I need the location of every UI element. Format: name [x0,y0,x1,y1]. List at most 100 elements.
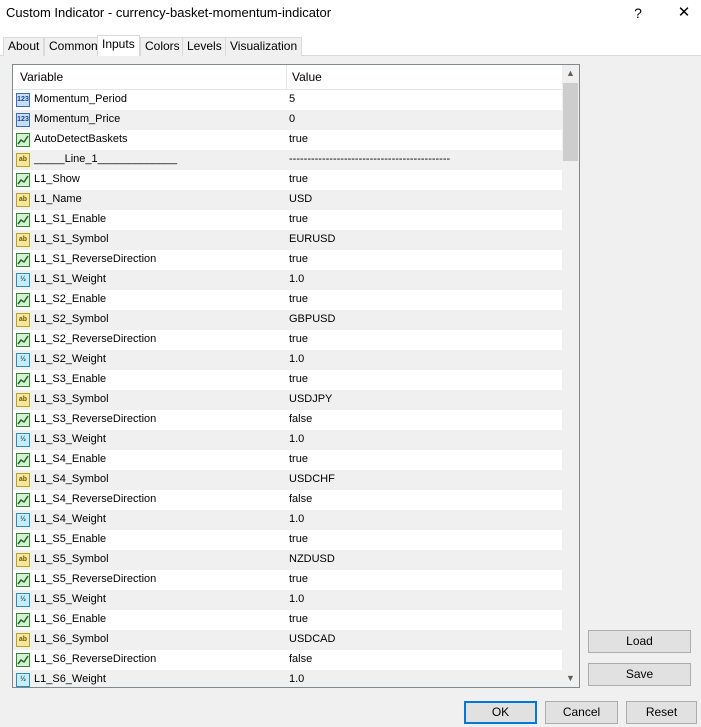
scroll-thumb[interactable] [563,83,578,161]
double-icon: ½ [16,593,30,607]
string-icon: ab [16,633,30,647]
table-row[interactable]: ½ L1_S6_Weight 1.0 [13,670,562,687]
tab-visualization[interactable]: Visualization [225,37,303,56]
table-row[interactable]: L1_S1_ReverseDirection true [13,250,562,270]
reset-button[interactable]: Reset [626,701,697,724]
tab-common[interactable]: Common [44,37,103,56]
variable-name: L1_S1_Enable [34,213,107,225]
variable-value[interactable]: true [289,453,308,465]
variable-value[interactable]: true [289,573,308,585]
variable-value[interactable]: USDCHF [289,473,335,485]
table-row[interactable]: L1_S3_ReverseDirection false [13,410,562,430]
table-row[interactable]: ½ L1_S3_Weight 1.0 [13,430,562,450]
variable-value[interactable]: true [289,613,308,625]
ok-button[interactable]: OK [464,701,537,724]
table-row[interactable]: L1_S6_Enable true [13,610,562,630]
double-icon: ½ [16,513,30,527]
variable-name: L1_S5_ReverseDirection [34,573,157,585]
boolean-icon [16,133,30,147]
variable-value[interactable]: EURUSD [289,233,335,245]
variable-value[interactable]: 5 [289,93,295,105]
scroll-down-icon[interactable]: ▼ [562,670,579,687]
variable-value[interactable]: 1.0 [289,433,304,445]
boolean-icon [16,533,30,547]
integer-icon: 123 [16,93,30,107]
load-button[interactable]: Load [588,630,691,653]
column-divider[interactable] [286,65,287,90]
table-row[interactable]: L1_S4_Enable true [13,450,562,470]
save-button[interactable]: Save [588,663,691,686]
cancel-button[interactable]: Cancel [545,701,618,724]
variable-value[interactable]: 1.0 [289,673,304,685]
table-row[interactable]: ½ L1_S4_Weight 1.0 [13,510,562,530]
table-row[interactable]: ab L1_S2_Symbol GBPUSD [13,310,562,330]
table-row[interactable]: ab L1_S4_Symbol USDCHF [13,470,562,490]
scroll-up-icon[interactable]: ▲ [562,65,579,82]
variable-value[interactable]: true [289,333,308,345]
variable-value[interactable]: NZDUSD [289,553,335,565]
variable-name: L1_S4_Enable [34,453,107,465]
close-icon[interactable]: ✕ [671,3,697,23]
variable-value[interactable]: GBPUSD [289,313,335,325]
variable-value[interactable]: 1.0 [289,513,304,525]
table-row[interactable]: ½ L1_S5_Weight 1.0 [13,590,562,610]
tab-strip: About Common Inputs Colors Levels Visual… [0,35,701,56]
variable-value[interactable]: true [289,133,308,145]
column-header-value[interactable]: Value [292,70,322,84]
table-row[interactable]: L1_S3_Enable true [13,370,562,390]
variable-name: L1_S4_Weight [34,513,106,525]
variable-value[interactable]: true [289,373,308,385]
variable-value[interactable]: 1.0 [289,273,304,285]
table-row[interactable]: L1_S5_ReverseDirection true [13,570,562,590]
table-row[interactable]: ab L1_S5_Symbol NZDUSD [13,550,562,570]
boolean-icon [16,253,30,267]
boolean-icon [16,413,30,427]
table-row[interactable]: L1_S1_Enable true [13,210,562,230]
variable-value[interactable]: USD [289,193,312,205]
table-row[interactable]: ½ L1_S1_Weight 1.0 [13,270,562,290]
variable-value[interactable]: 1.0 [289,353,304,365]
variable-value[interactable]: false [289,493,312,505]
variable-value[interactable]: 1.0 [289,593,304,605]
table-row[interactable]: AutoDetectBaskets true [13,130,562,150]
tab-inputs[interactable]: Inputs [97,35,140,56]
table-row[interactable]: ½ L1_S2_Weight 1.0 [13,350,562,370]
boolean-icon [16,173,30,187]
table-row[interactable]: 123 Momentum_Price 0 [13,110,562,130]
column-header-variable[interactable]: Variable [20,70,63,84]
table-row[interactable]: L1_S6_ReverseDirection false [13,650,562,670]
vertical-scrollbar[interactable]: ▲ ▼ [562,65,579,687]
inputs-grid[interactable]: Variable Value 123 Momentum_Period 5 123 Mom… [12,64,580,688]
variable-name: Momentum_Price [34,113,121,125]
table-row[interactable]: L1_Show true [13,170,562,190]
variable-value[interactable]: false [289,413,312,425]
variable-value[interactable]: true [289,533,308,545]
string-icon: ab [16,473,30,487]
table-row[interactable]: ab L1_S6_Symbol USDCAD [13,630,562,650]
variable-value[interactable]: ----------------------------------------… [289,153,450,165]
window-title: Custom Indicator - currency-basket-momen… [6,5,332,20]
table-row[interactable]: ab L1_S1_Symbol EURUSD [13,230,562,250]
tab-levels[interactable]: Levels [182,37,227,56]
table-row[interactable]: L1_S5_Enable true [13,530,562,550]
variable-value[interactable]: false [289,653,312,665]
table-row[interactable]: L1_S2_ReverseDirection true [13,330,562,350]
tab-about[interactable]: About [3,37,45,56]
variable-name: L1_S5_Weight [34,593,106,605]
variable-value[interactable]: true [289,173,308,185]
variable-value[interactable]: true [289,213,308,225]
variable-value[interactable]: USDCAD [289,633,335,645]
integer-icon: 123 [16,113,30,127]
table-row[interactable]: ab _____Line_1_____________ --------------… [13,150,562,170]
table-row[interactable]: ab L1_Name USD [13,190,562,210]
table-row[interactable]: ab L1_S3_Symbol USDJPY [13,390,562,410]
table-row[interactable]: L1_S2_Enable true [13,290,562,310]
variable-value[interactable]: true [289,293,308,305]
table-row[interactable]: L1_S4_ReverseDirection false [13,490,562,510]
variable-value[interactable]: 0 [289,113,295,125]
variable-value[interactable]: true [289,253,308,265]
tab-colors[interactable]: Colors [140,37,185,56]
help-button[interactable]: ? [627,3,649,23]
table-row[interactable]: 123 Momentum_Period 5 [13,90,562,110]
variable-value[interactable]: USDJPY [289,393,332,405]
